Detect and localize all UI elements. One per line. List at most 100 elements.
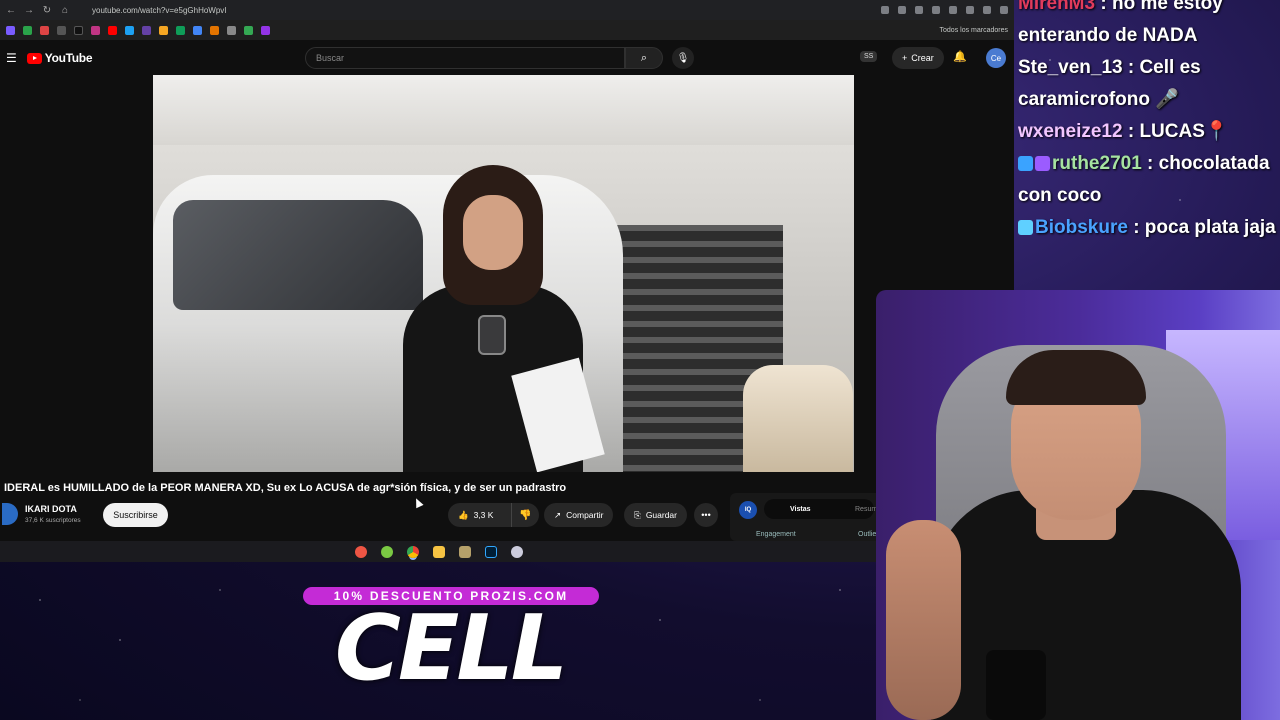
iq-logo[interactable]: IQ xyxy=(739,501,757,519)
save-label: Guardar xyxy=(645,510,677,520)
subscriber-count: 37,6 K suscriptores xyxy=(25,517,81,524)
chat-username: wxeneize12 xyxy=(1018,121,1128,142)
outliers-label: Outlie xyxy=(858,531,877,538)
webcam-feed xyxy=(876,290,1280,720)
forward-icon[interactable]: → xyxy=(24,5,34,16)
channel-name[interactable]: IKARI DOTA xyxy=(25,504,77,514)
chat-message: Biobskure : poca plata jaja xyxy=(1018,212,1280,244)
gmail-icon[interactable] xyxy=(40,25,49,35)
instagram-icon[interactable] xyxy=(91,25,100,35)
chat-username: ruthe2701 xyxy=(1052,153,1148,174)
promo-headline: CELL xyxy=(334,596,568,701)
bookmark-icon[interactable] xyxy=(125,25,134,35)
url-field[interactable]: youtube.com/watch?v=e5gGhHoWpvI xyxy=(92,6,227,15)
extension-icon[interactable] xyxy=(932,6,940,14)
channel-avatar[interactable] xyxy=(2,503,18,525)
chat-text: : poca plata jaja xyxy=(1133,217,1276,238)
x-icon[interactable] xyxy=(57,25,66,35)
ellipsis-icon: ••• xyxy=(701,510,711,520)
chat-badge-icon xyxy=(1018,220,1033,236)
bookmark-icon[interactable] xyxy=(210,25,219,35)
ss-badge[interactable]: SS xyxy=(860,51,878,62)
drive-icon[interactable] xyxy=(244,25,253,35)
reload-icon[interactable]: ↻ xyxy=(42,5,52,16)
profile-icon[interactable] xyxy=(1000,6,1008,14)
video-player[interactable] xyxy=(153,75,854,472)
stream-chat: MirenM3 : no me estoy enterando de NADA S… xyxy=(1018,0,1280,278)
mic-icon: 🎙 xyxy=(676,52,690,64)
mic-button[interactable]: 🎙 xyxy=(672,47,694,69)
chat-username: Ste_ven_13 xyxy=(1018,57,1128,78)
search-icon: ⌕ xyxy=(640,51,648,64)
youtube-logo[interactable]: YouTube xyxy=(26,51,93,65)
webcam-streamer-hair xyxy=(1006,350,1146,405)
docs-icon[interactable] xyxy=(193,25,202,35)
create-button[interactable]: + Crear xyxy=(892,47,944,69)
tab-resumen[interactable]: Resum xyxy=(855,506,877,513)
like-count: 3,3 K xyxy=(473,510,494,520)
puzzle-icon[interactable] xyxy=(966,6,974,14)
save-button[interactable]: ⎘ Guardar xyxy=(624,503,687,527)
twitch-icon[interactable] xyxy=(142,25,151,35)
taskbar xyxy=(0,541,878,562)
zoom-icon[interactable] xyxy=(881,6,889,14)
cast-icon[interactable] xyxy=(898,6,906,14)
browser-extensions xyxy=(881,6,1008,14)
bookmark-icon[interactable] xyxy=(261,25,270,35)
chat-message: Ste_ven_13 : Cell es caramicrofono 🎤 xyxy=(1018,52,1280,116)
subscribe-button[interactable]: Suscribirse xyxy=(103,503,168,527)
app-icon[interactable] xyxy=(511,545,523,558)
address-bar: ← → ↻ ⌂ youtube.com/watch?v=e5gGhHoWpvI xyxy=(0,0,1014,20)
notifications-bell-icon[interactable]: 🔔 xyxy=(953,50,967,63)
bookmark-save-icon: ⎘ xyxy=(634,509,641,520)
browser-window: ← → ↻ ⌂ youtube.com/watch?v=e5gGhHoWpvI xyxy=(0,0,1014,562)
youtube-icon[interactable] xyxy=(108,25,117,35)
chat-message: ruthe2701 : chocolatada con coco xyxy=(1018,148,1280,212)
like-button[interactable]: 👍 3,3 K xyxy=(448,503,512,527)
video-frame-person xyxy=(393,165,605,472)
folder-icon[interactable] xyxy=(433,545,445,558)
app-icon[interactable] xyxy=(381,545,393,558)
sheets-icon[interactable] xyxy=(176,25,185,35)
chat-message: wxeneize12 : LUCAS📍 xyxy=(1018,116,1280,148)
star-icon[interactable] xyxy=(915,6,923,14)
share-label: Compartir xyxy=(566,510,604,520)
photoshop-icon[interactable] xyxy=(485,545,497,558)
video-frame-armchair xyxy=(743,365,853,472)
extension-icon[interactable] xyxy=(949,6,957,14)
search-input[interactable]: Buscar xyxy=(305,47,625,69)
webcam-streamer-arm xyxy=(886,520,961,720)
bookmarks-bar: Todos los marcadores xyxy=(0,20,1014,40)
youtube-play-icon xyxy=(26,52,42,64)
chat-badge-icon xyxy=(1018,156,1033,172)
create-label: Crear xyxy=(911,53,934,63)
back-icon[interactable]: ← xyxy=(6,5,16,16)
video-frame-car-window xyxy=(173,200,423,310)
video-title: IDERAL es HUMILLADO de la PEOR MANERA XD… xyxy=(4,482,567,494)
home-icon[interactable]: ⌂ xyxy=(60,5,70,16)
share-icon: ↗ xyxy=(554,509,562,520)
more-options-button[interactable]: ••• xyxy=(694,503,718,527)
chrome-icon[interactable] xyxy=(407,545,419,558)
share-button[interactable]: ↗ Compartir xyxy=(544,503,614,527)
tiktok-icon[interactable] xyxy=(74,25,83,35)
webcam-microphone xyxy=(986,650,1046,720)
engagement-label: Engagement xyxy=(756,531,796,538)
download-icon[interactable] xyxy=(983,6,991,14)
chat-badge-icon xyxy=(1035,156,1050,172)
bookmark-icon[interactable] xyxy=(23,25,32,35)
chat-username: Biobskure xyxy=(1035,217,1134,238)
account-avatar[interactable]: Ce xyxy=(986,48,1006,68)
all-bookmarks[interactable]: Todos los marcadores xyxy=(940,27,1008,34)
bookmark-icon[interactable] xyxy=(159,25,168,35)
search-button[interactable]: ⌕ xyxy=(625,47,663,69)
minecraft-icon[interactable] xyxy=(459,545,471,558)
menu-icon[interactable]: ☰ xyxy=(6,51,17,65)
obs-icon[interactable] xyxy=(355,545,367,558)
bookmark-icon[interactable] xyxy=(227,25,236,35)
chat-text: : LUCAS📍 xyxy=(1127,121,1229,142)
dislike-button[interactable]: 👎 xyxy=(511,503,539,527)
youtube-logo-text: YouTube xyxy=(44,51,93,65)
thumbs-down-icon: 👎 xyxy=(519,509,532,521)
bookmark-icon[interactable] xyxy=(6,25,15,35)
